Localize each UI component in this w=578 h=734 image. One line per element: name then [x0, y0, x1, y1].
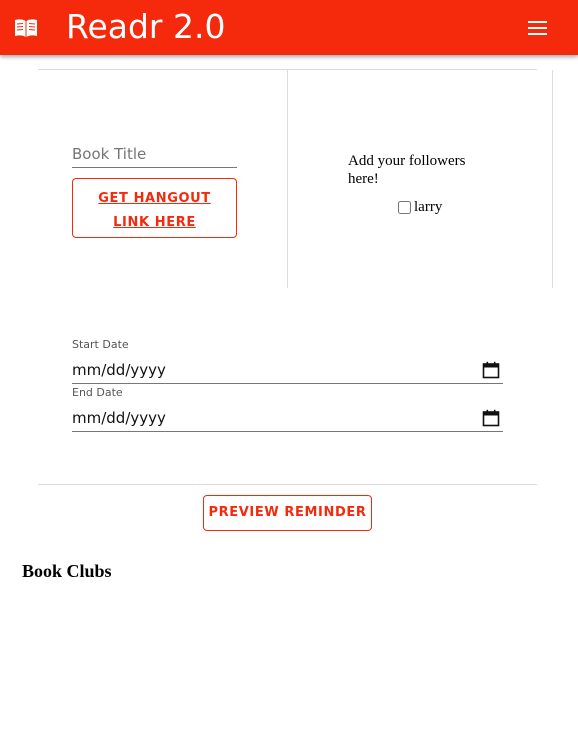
book-clubs-heading: Book Clubs — [22, 561, 112, 581]
calendar-icon[interactable] — [482, 361, 500, 379]
end-date-label: End Date — [72, 386, 123, 399]
end-date-value: mm/dd/yyyy — [72, 408, 166, 427]
hangout-button-line2: LINK HERE — [113, 215, 196, 230]
bottom-divider — [38, 484, 537, 485]
hamburger-menu-icon[interactable] — [522, 15, 552, 41]
app-bar: Readr 2.0 — [0, 0, 578, 55]
follower-item[interactable]: larry — [398, 199, 442, 216]
preview-reminder-button[interactable]: PREVIEW REMINDER — [203, 495, 372, 531]
hangout-button-line1: GET HANGOUT — [98, 191, 211, 206]
end-date-input[interactable]: mm/dd/yyyy — [72, 404, 503, 432]
book-title-input[interactable] — [72, 141, 237, 168]
app-title: Readr 2.0 — [66, 7, 226, 46]
start-date-input[interactable]: mm/dd/yyyy — [72, 356, 503, 384]
start-date-value: mm/dd/yyyy — [72, 360, 166, 379]
column-divider — [287, 70, 288, 288]
get-hangout-link-button[interactable]: GET HANGOUT LINK HERE — [72, 178, 237, 238]
right-border — [552, 70, 553, 288]
followers-label: Add your followers here! — [348, 153, 466, 187]
follower-checkbox[interactable] — [398, 201, 411, 214]
calendar-icon[interactable] — [482, 409, 500, 427]
book-icon — [15, 19, 37, 37]
follower-name: larry — [414, 199, 443, 215]
start-date-label: Start Date — [72, 338, 129, 351]
